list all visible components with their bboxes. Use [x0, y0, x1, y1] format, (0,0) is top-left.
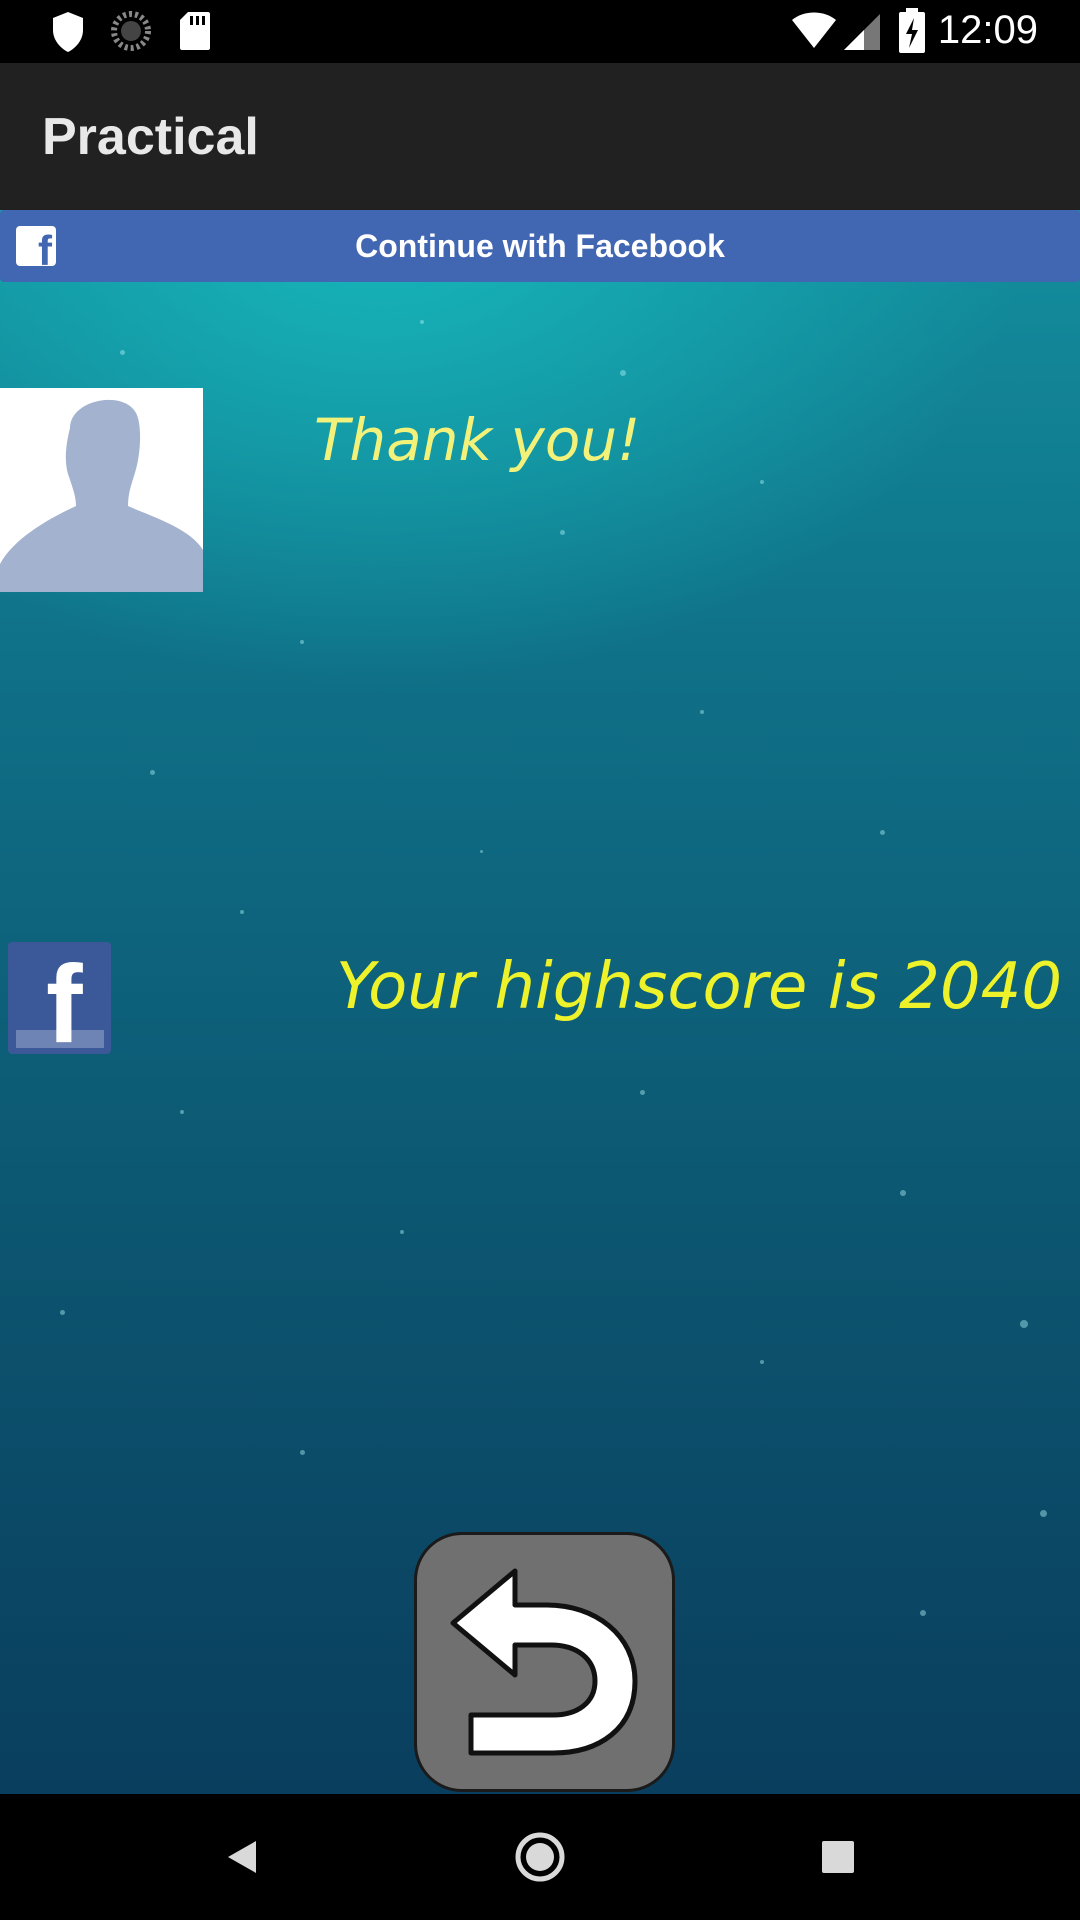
back-triangle-icon[interactable] — [212, 1827, 272, 1887]
signal-icon — [844, 14, 880, 50]
facebook-share-icon: f — [46, 943, 83, 1055]
screen: 12:09 Practical f Continue with Facebook — [0, 0, 1080, 1920]
home-circle-icon[interactable] — [510, 1827, 570, 1887]
facebook-share-button[interactable]: f — [8, 942, 111, 1054]
app-bar: Practical — [0, 63, 1080, 210]
status-clock: 12:09 — [937, 8, 1038, 52]
continue-with-facebook-button[interactable]: f Continue with Facebook — [0, 210, 1080, 282]
sd-card-icon — [180, 12, 210, 50]
default-profile-silhouette-icon — [0, 399, 203, 592]
shield-icon — [53, 12, 83, 52]
system-nav-bar — [0, 1794, 1080, 1920]
recents-square-icon[interactable] — [808, 1827, 868, 1887]
game-over-panel: f Continue with Facebook Thank you! f Yo… — [0, 210, 1080, 1794]
undo-arrow-icon — [450, 1568, 638, 1756]
facebook-login-label: Continue with Facebook — [355, 228, 725, 264]
thank-you-message: Thank you! — [314, 406, 641, 474]
profile-avatar — [0, 388, 203, 592]
wifi-icon — [792, 12, 836, 48]
battery-charging-icon — [899, 8, 925, 53]
status-bar: 12:09 — [0, 0, 1080, 63]
highscore-text: Your highscore is 2040 — [336, 950, 1063, 1024]
back-button[interactable] — [414, 1532, 675, 1792]
sync-icon — [111, 11, 151, 51]
app-title: Practical — [42, 108, 259, 166]
